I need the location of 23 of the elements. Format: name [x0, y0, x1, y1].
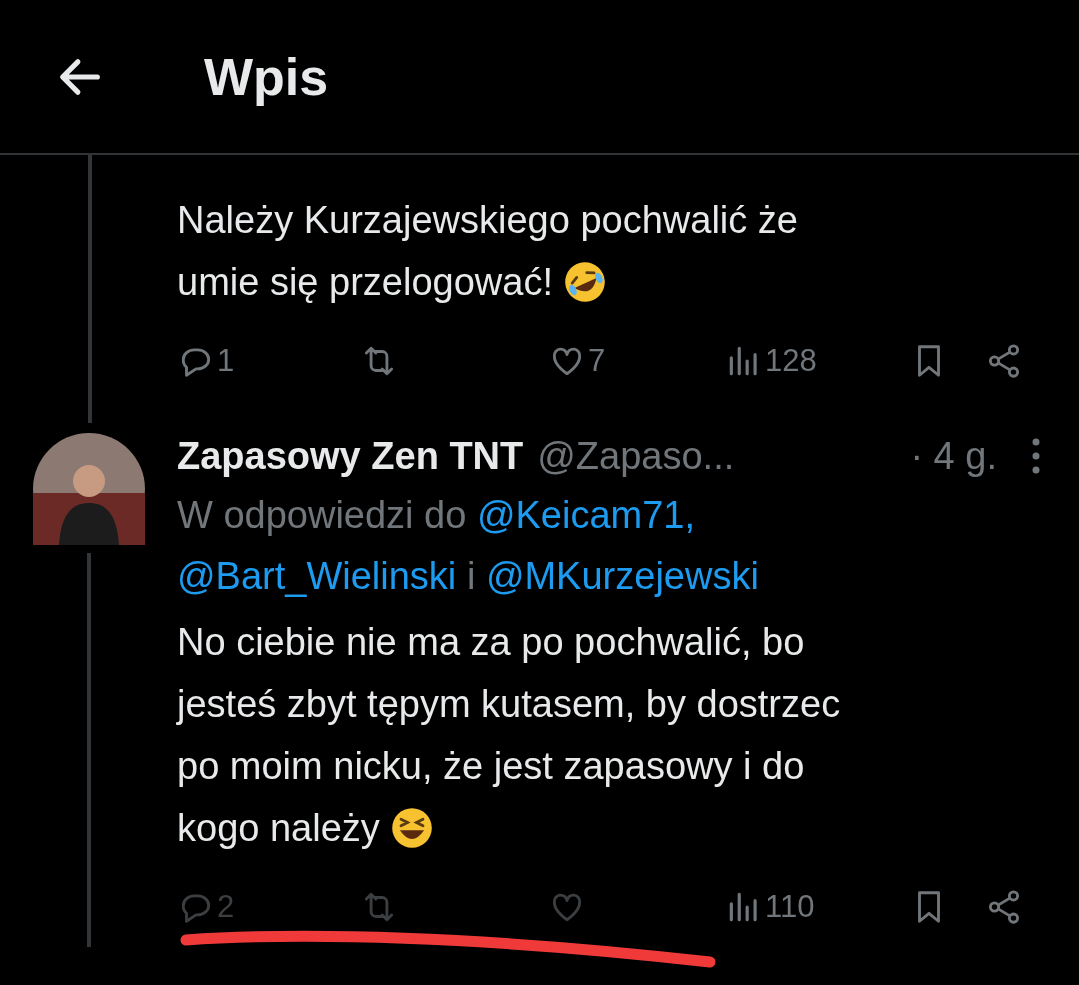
reply-to-line: W odpowiedzi do @Keicam71, @Bart_Wielinski i @MKurzejewski: [177, 493, 760, 599]
post-text-line: Należy Kurzajewskiego pochwalić że: [177, 198, 798, 243]
post-text-line: po moim nicku, że jest zapasowy i do: [177, 744, 805, 789]
action-count: 7: [588, 343, 606, 379]
action-count: 128: [765, 343, 817, 379]
post-text-line: No ciebie nie ma za po pochwalić, bo: [177, 620, 805, 665]
laughing-emoji-icon: [389, 806, 434, 850]
post-text-line: kogo należy: [177, 806, 380, 851]
post-time: · 4 g.: [910, 434, 997, 478]
action-count: 2: [217, 889, 235, 925]
page-title: Wpis: [204, 46, 329, 107]
post-text-line: jesteś zbyt tępym kutasem, by dostrzec: [177, 682, 841, 727]
avatar[interactable]: [32, 433, 145, 545]
mention-link[interactable]: @MKurzejewski: [485, 555, 759, 597]
more-options-icon[interactable]: [1031, 436, 1041, 476]
action-count: 1: [217, 343, 235, 379]
post-text-line: umie się przelogować!: [177, 260, 553, 305]
mention-link[interactable]: @Keicam71,: [476, 494, 696, 536]
author-handle[interactable]: @Zapaso...: [537, 434, 735, 478]
rolling-laughing-emoji-icon: [562, 260, 607, 304]
mention-link[interactable]: @Bart_Wielinski: [177, 555, 457, 597]
action-count: 110: [765, 889, 815, 925]
author-name[interactable]: Zapasowy Zen TNT: [177, 434, 524, 478]
